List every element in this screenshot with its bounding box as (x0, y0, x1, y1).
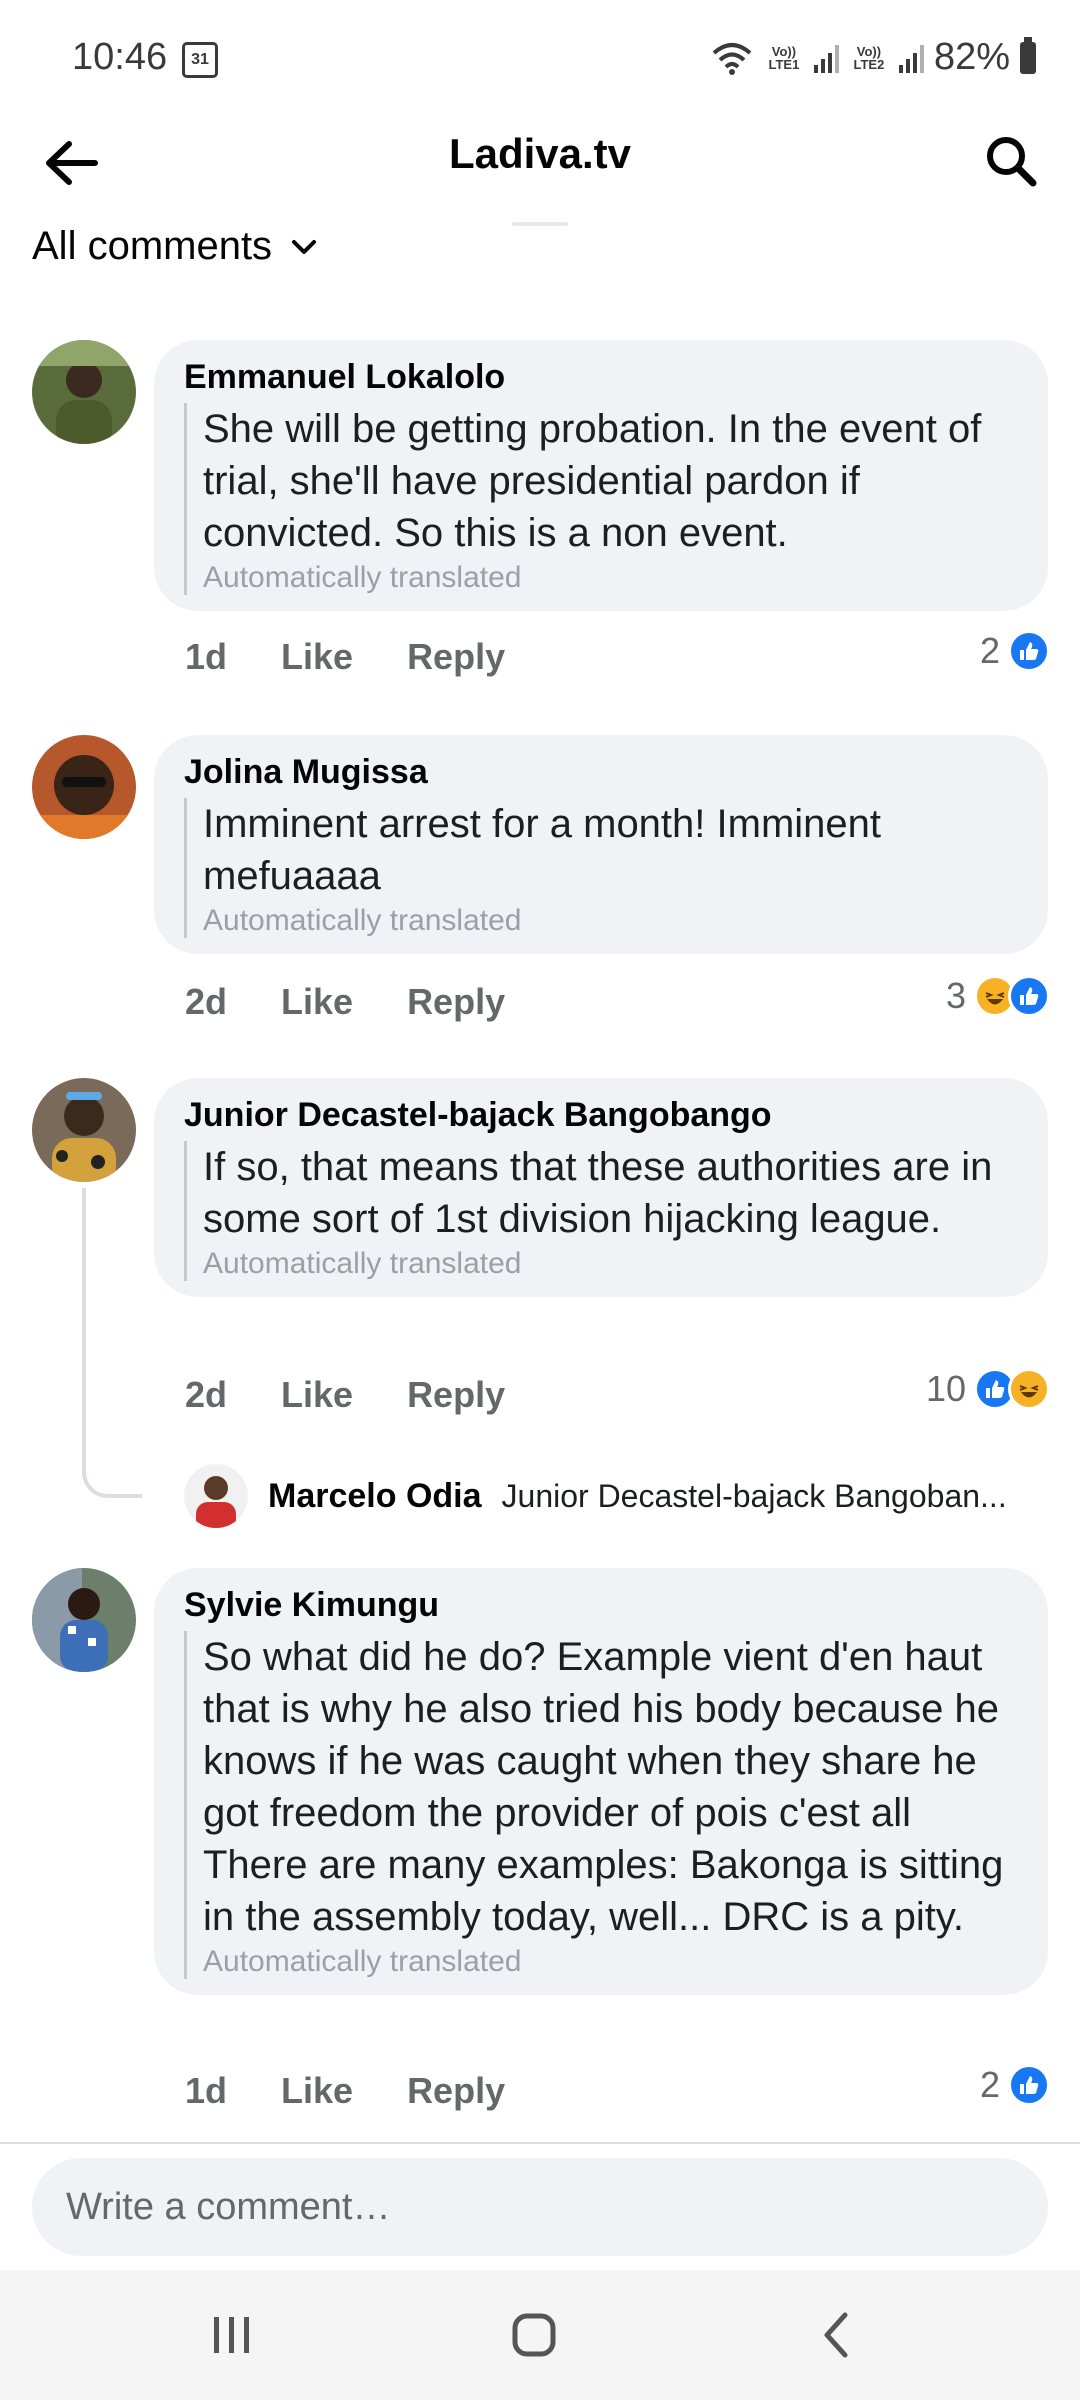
reply-button[interactable]: Reply (407, 2070, 505, 2112)
system-back-button[interactable] (796, 2300, 876, 2370)
like-button[interactable]: Like (281, 2070, 353, 2112)
system-nav-bar (0, 2270, 1080, 2400)
comment-actions: 2d Like Reply (185, 981, 505, 1023)
like-icon (1008, 975, 1050, 1017)
app-header: Ladiva.tv (0, 110, 1080, 210)
status-bar: 10:46 31 Vo)) LTE1 Vo)) LTE2 82% (0, 0, 1080, 110)
divider (0, 2142, 1080, 2144)
like-button[interactable]: Like (281, 636, 353, 678)
avatar[interactable] (32, 1568, 136, 1672)
signal-bars-2-icon (898, 43, 924, 73)
home-icon (512, 2313, 556, 2357)
page-title: Ladiva.tv (448, 130, 632, 177)
comment-author[interactable]: Emmanuel Lokalolo (184, 358, 1016, 397)
reply-preview-text: Junior Decastel-bajack Bangoban... (501, 1477, 1007, 1514)
comment-text: So what did he do? Example vient d'en ha… (203, 1635, 1004, 1939)
comment-time[interactable]: 1d (185, 636, 227, 678)
comment-body: If so, that means that these authorities… (184, 1141, 1016, 1281)
comment-time[interactable]: 2d (185, 1374, 227, 1416)
avatar[interactable] (32, 1078, 136, 1182)
reaction-count: 2 (979, 2064, 1000, 2105)
chevron-left-icon (824, 2312, 848, 2358)
reaction-count: 3 (945, 975, 966, 1016)
auto-translated-label[interactable]: Automatically translated (203, 1945, 1016, 1979)
comment-bubble[interactable]: Sylvie Kimungu So what did he do? Exampl… (154, 1568, 1048, 1995)
search-button[interactable] (976, 126, 1046, 196)
reaction-count: 10 (925, 1368, 966, 1409)
reply-button[interactable]: Reply (407, 1374, 505, 1416)
avatar[interactable] (184, 1464, 248, 1528)
sim2-label: Vo)) LTE2 (853, 43, 885, 72)
comment-time[interactable]: 1d (185, 2070, 227, 2112)
battery-icon (1020, 36, 1036, 74)
comment-filter-label: All comments (32, 224, 273, 268)
comment-time[interactable]: 2d (185, 981, 227, 1023)
drag-handle (512, 222, 568, 226)
comment-bubble[interactable]: Emmanuel Lokalolo She will be getting pr… (154, 340, 1048, 611)
reply-preview[interactable]: Marcelo Odia Junior Decastel-bajack Bang… (184, 1464, 1007, 1528)
reaction-summary[interactable]: 10 (926, 1368, 1050, 1410)
reaction-count: 2 (979, 630, 1000, 671)
wifi-icon (712, 42, 752, 75)
auto-translated-label[interactable]: Automatically translated (203, 1247, 1016, 1281)
battery-percent: 82% (933, 36, 1010, 78)
reply-button[interactable]: Reply (407, 981, 505, 1023)
reaction-summary[interactable]: 2 (980, 2064, 1050, 2106)
signal-bars-1-icon (813, 43, 839, 73)
comment-actions: 1d Like Reply (185, 2070, 505, 2112)
reply-thread-line (82, 1188, 142, 1498)
status-indicators: Vo)) LTE1 Vo)) LTE2 82% (710, 36, 1036, 79)
like-icon (1008, 2064, 1050, 2106)
reply-author[interactable]: Marcelo Odia (268, 1477, 482, 1516)
comment-actions: 1d Like Reply (185, 636, 505, 678)
like-button[interactable]: Like (281, 981, 353, 1023)
comment-text: If so, that means that these authorities… (203, 1145, 993, 1241)
comment-filter-dropdown[interactable]: All comments (32, 224, 318, 269)
comment-bubble[interactable]: Jolina Mugissa Imminent arrest for a mon… (154, 735, 1048, 954)
haha-icon (1008, 1368, 1050, 1410)
home-button[interactable] (494, 2300, 574, 2370)
recent-apps-button[interactable] (192, 2300, 272, 2370)
status-time: 10:46 (72, 36, 168, 78)
reaction-summary[interactable]: 2 (980, 630, 1050, 672)
comment-input-placeholder: Write a comment… (66, 2185, 391, 2228)
comment-author[interactable]: Jolina Mugissa (184, 753, 1016, 792)
comment-author[interactable]: Junior Decastel-bajack Bangobango (184, 1096, 1016, 1135)
reply-button[interactable]: Reply (407, 636, 505, 678)
comment-bubble[interactable]: Junior Decastel-bajack Bangobango If so,… (154, 1078, 1048, 1297)
reaction-summary[interactable]: 3 (946, 975, 1050, 1017)
calendar-icon: 31 (182, 42, 218, 78)
comment-author[interactable]: Sylvie Kimungu (184, 1586, 1016, 1625)
recent-apps-icon (214, 2317, 249, 2353)
comment-actions: 2d Like Reply (185, 1374, 505, 1416)
comment-text: She will be getting probation. In the ev… (203, 407, 982, 555)
avatar[interactable] (32, 340, 136, 444)
chevron-down-icon (292, 239, 317, 254)
avatar[interactable] (32, 735, 136, 839)
comment-body: Imminent arrest for a month! Imminent me… (184, 798, 1016, 938)
comment-text: Imminent arrest for a month! Imminent me… (203, 802, 882, 898)
search-icon (987, 137, 1037, 187)
like-icon (1008, 630, 1050, 672)
comment-body: So what did he do? Example vient d'en ha… (184, 1631, 1016, 1979)
auto-translated-label[interactable]: Automatically translated (203, 561, 1016, 595)
comment-body: She will be getting probation. In the ev… (184, 403, 1016, 595)
like-button[interactable]: Like (281, 1374, 353, 1416)
auto-translated-label[interactable]: Automatically translated (203, 904, 1016, 938)
comment-input[interactable]: Write a comment… (32, 2158, 1048, 2256)
sim1-label: Vo)) LTE1 (768, 43, 800, 72)
